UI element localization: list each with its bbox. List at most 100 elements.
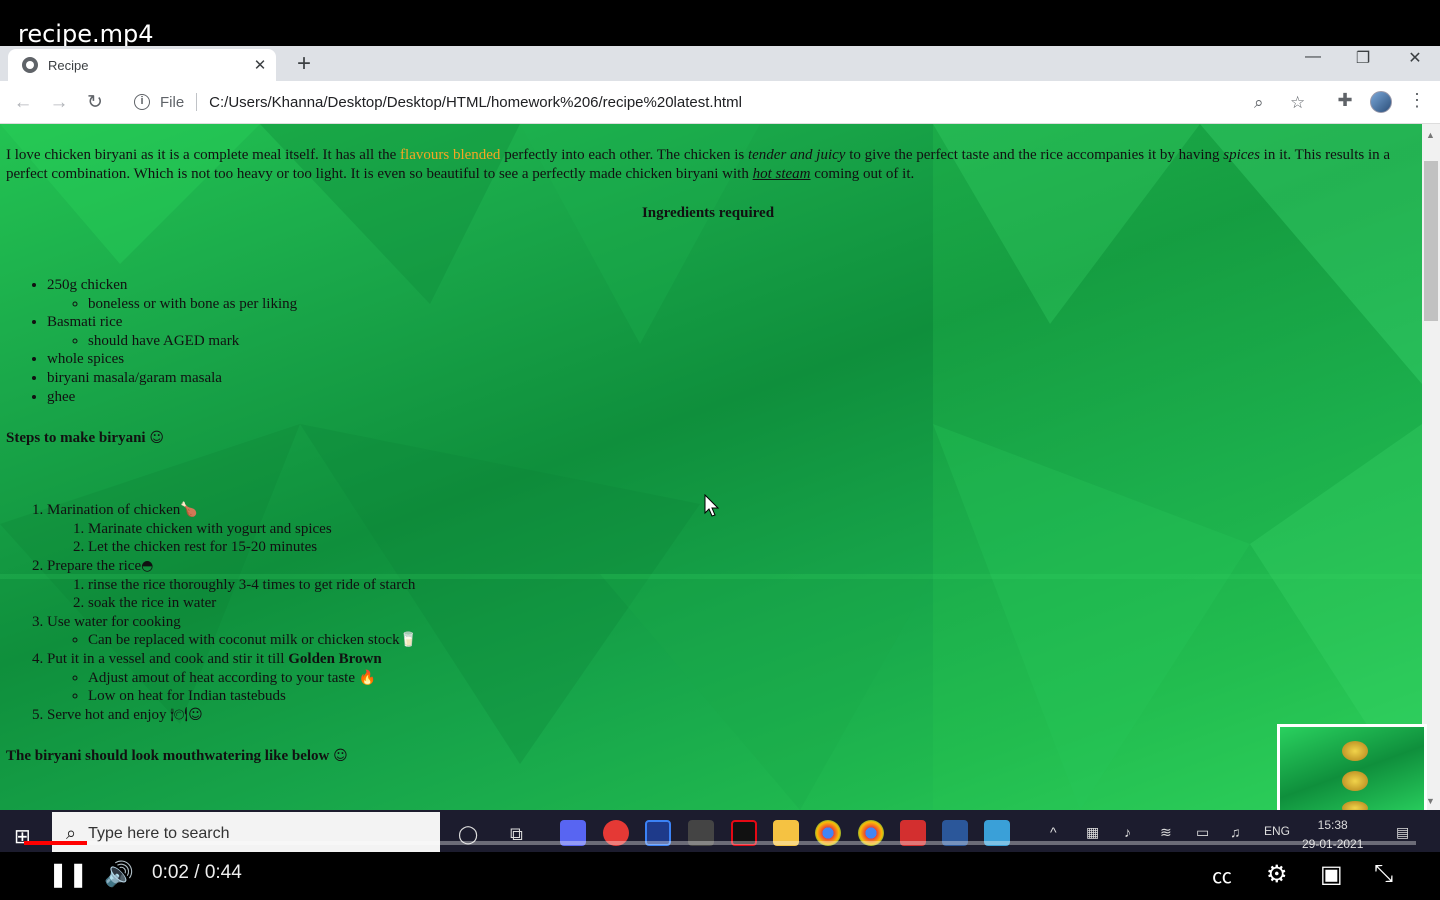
menu-kebab-icon[interactable]: ⋮ — [1404, 90, 1430, 111]
avatar[interactable] — [1370, 91, 1392, 113]
url-text[interactable]: C:/Users/Khanna/Desktop/Desktop/HTML/hom… — [209, 94, 742, 111]
rice-bowl-icon: ◓ — [141, 557, 154, 574]
list-item: Adjust amout of heat according to your t… — [88, 669, 1410, 688]
new-tab-button[interactable]: + — [290, 50, 318, 78]
reload-icon[interactable]: ↻ — [82, 90, 108, 116]
volume-icon[interactable]: ♫ — [1230, 824, 1241, 840]
fullscreen-exit-icon[interactable]: ⤡ — [1374, 860, 1393, 888]
drumstick-icon: 🍗 — [180, 502, 198, 519]
notification-icon[interactable]: ▤ — [1396, 824, 1409, 841]
video-time: 0:02 / 0:44 — [152, 862, 242, 884]
clock-time: 15:38 — [1317, 818, 1348, 832]
hot-steam-link[interactable]: hot steam — [753, 166, 811, 182]
settings-gear-icon[interactable]: ⚙ — [1266, 860, 1288, 889]
list-item: Basmati rice should have AGED mark — [47, 313, 1410, 350]
window-close-icon[interactable]: ✕ — [1400, 48, 1430, 68]
list-item: whole spices — [47, 350, 1410, 369]
steps-list: Marination of chicken🍗 Marinate chicken … — [47, 501, 1410, 724]
biryani-image-icon — [1342, 771, 1368, 791]
info-icon[interactable]: i — [134, 94, 150, 110]
mouse-cursor-icon — [704, 494, 720, 517]
step-label: Marination of chicken — [47, 502, 181, 519]
intro-text-3: to give the perfect taste and the rice a… — [845, 147, 1224, 163]
search-placeholder: Type here to search — [88, 824, 230, 842]
scroll-down-icon[interactable]: ▼ — [1426, 796, 1435, 806]
steps-heading: Steps to make biryani ☺ — [6, 430, 1410, 447]
smile-icon: ☺ — [333, 748, 348, 765]
video-progress-fill[interactable] — [24, 841, 87, 845]
list-item: ghee — [47, 388, 1410, 407]
intro-italic-2: spices — [1223, 147, 1260, 163]
list-item: biryani masala/garam masala — [47, 369, 1410, 388]
pause-icon[interactable]: ❚❚ — [48, 860, 88, 889]
address-bar[interactable]: i File C:/Users/Khanna/Desktop/Desktop/H… — [122, 87, 1322, 117]
video-thumbnail-preview — [1277, 724, 1427, 820]
restore-icon[interactable]: ❐ — [1348, 48, 1378, 68]
tab-strip: Recipe ✕ + — ❐ ✕ — [0, 46, 1440, 81]
intro-paragraph: I love chicken biryani as it is a comple… — [6, 146, 1410, 184]
browser-tab[interactable]: Recipe ✕ — [8, 49, 276, 81]
list-item: Serve hot and enjoy 🍽☺ — [47, 706, 1410, 725]
list-item: Let the chicken rest for 15-20 minutes — [88, 538, 1410, 557]
list-item: Low on heat for Indian tastebuds — [88, 687, 1410, 706]
extensions-icon[interactable]: ✚ — [1332, 90, 1358, 111]
windows-start-icon[interactable]: ⊞ — [14, 824, 31, 849]
chevron-up-icon[interactable]: ^ — [1050, 824, 1057, 840]
forward-arrow-icon[interactable]: → — [46, 90, 72, 116]
time-separator: / — [188, 862, 205, 883]
list-item: Put it in a vessel and cook and stir it … — [47, 650, 1410, 706]
fire-icon: 🔥 — [358, 669, 377, 686]
ingredient-label: Basmati rice — [47, 314, 123, 331]
step-label: Put it in a vessel and cook and stir it … — [47, 650, 289, 667]
minimize-icon[interactable]: — — [1298, 48, 1328, 66]
page-viewport: I love chicken biryani as it is a comple… — [0, 124, 1422, 810]
globe-icon — [22, 57, 38, 73]
intro-highlight: flavours blended — [400, 147, 501, 163]
page-scrollbar[interactable]: ▲ ▼ — [1422, 124, 1440, 810]
ingredients-list: 250g chicken boneless or with bone as pe… — [47, 276, 1410, 406]
intro-italic-1: tender and juicy — [747, 147, 846, 163]
list-item: Prepare the rice◓ rinse the rice thoroug… — [47, 557, 1410, 613]
file-label: File — [160, 93, 185, 111]
divider — [196, 93, 198, 111]
final-heading: The biryani should look mouthwatering li… — [6, 748, 1410, 765]
final-heading-text: The biryani should look mouthwatering li… — [6, 748, 330, 765]
ingredient-label: 250g chicken — [47, 277, 128, 293]
list-item: should have AGED mark — [88, 332, 1410, 351]
video-title: recipe.mp4 — [18, 20, 154, 48]
close-tab-icon[interactable]: ✕ — [250, 56, 270, 74]
browser-toolbar: ← → ↻ i File C:/Users/Khanna/Desktop/Des… — [0, 81, 1440, 124]
list-item: 250g chicken boneless or with bone as pe… — [47, 276, 1410, 313]
list-item: rinse the rice thoroughly 3-4 times to g… — [88, 576, 1410, 595]
list-item: boneless or with bone as per liking — [88, 295, 1410, 314]
taskbar-clock[interactable]: 15:38 29-01-2021 — [1302, 816, 1363, 854]
list-item: Marinate chicken with yogurt and spices — [88, 520, 1410, 539]
taskbar-search[interactable]: ⌕ Type here to search — [52, 812, 440, 855]
captions-icon[interactable]: ㏄ — [1212, 860, 1232, 889]
scroll-up-icon[interactable]: ▲ — [1426, 130, 1435, 140]
language-indicator[interactable]: ENG — [1264, 824, 1290, 838]
video-progress-track[interactable] — [24, 841, 1416, 845]
video-controls: ❚❚ 🔊 0:02 / 0:44 ㏄ ⚙ ▣ ⤡ — [0, 852, 1440, 900]
volume-icon[interactable]: 🔊 — [104, 860, 134, 889]
windows-taskbar: ⊞ ⌕ Type here to search ◯ ⧉ ^ ▦ ♪ ≋ ▭ ♫ … — [0, 810, 1440, 855]
scrollbar-thumb[interactable] — [1424, 161, 1438, 321]
plate-icon: 🍽☺ — [170, 706, 203, 723]
biryani-image-icon — [1342, 741, 1368, 761]
smile-icon: ☺ — [149, 430, 164, 447]
network-app-icon[interactable]: ▦ — [1086, 824, 1099, 841]
list-item: soak the rice in water — [88, 594, 1410, 613]
bookmark-star-icon[interactable]: ☆ — [1290, 93, 1305, 113]
battery-icon[interactable]: ▭ — [1196, 824, 1209, 841]
wifi-icon[interactable]: ≋ — [1160, 824, 1172, 841]
microphone-icon[interactable]: ♪ — [1124, 824, 1131, 840]
recipe-content: I love chicken biryani as it is a comple… — [6, 146, 1410, 765]
back-arrow-icon[interactable]: ← — [10, 90, 36, 116]
golden-brown-text: Golden Brown — [288, 650, 382, 667]
miniplayer-icon[interactable]: ▣ — [1320, 860, 1343, 889]
total-time: 0:44 — [204, 862, 242, 883]
zoom-icon[interactable]: ⌕ — [1254, 93, 1264, 113]
intro-text-1: I love chicken biryani as it is a comple… — [6, 147, 401, 163]
video-header: recipe.mp4 — [0, 0, 1440, 48]
step-label: Serve hot and enjoy — [47, 706, 167, 723]
